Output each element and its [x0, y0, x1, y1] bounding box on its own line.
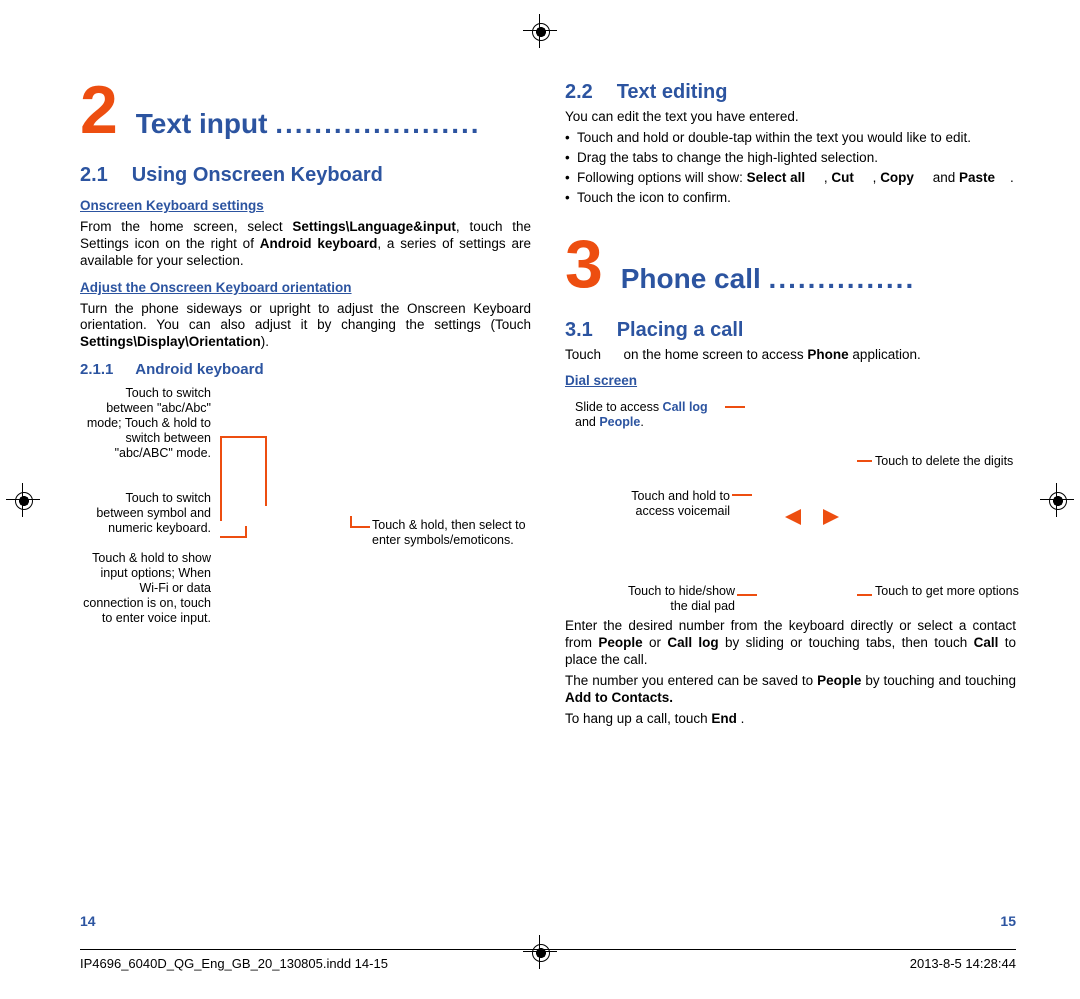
registration-mark-icon: [1040, 483, 1074, 517]
annotation-text: Touch to switch between symbol and numer…: [81, 491, 211, 536]
footer-timestamp: 2013-8-5 14:28:44: [910, 956, 1016, 971]
registration-mark-icon: [523, 14, 557, 48]
section-title: Placing a call: [617, 319, 744, 341]
arrow-right-icon: [823, 509, 839, 525]
body-text: Enter the desired number from the keyboa…: [565, 618, 1016, 669]
footer-file: IP4696_6040D_QG_Eng_GB_20_130805.indd 14…: [80, 956, 388, 971]
section-title: Using Onscreen Keyboard: [132, 164, 383, 186]
subheading: Dial screen: [565, 373, 1016, 390]
list-item: Drag the tabs to change the high-lighted…: [565, 150, 1016, 167]
subsection-number: 2.1.1: [80, 361, 113, 378]
annotation-text: Touch to delete the digits: [875, 454, 1015, 469]
annotation-text: Touch to hide/show the dial pad: [620, 584, 735, 614]
subheading: Onscreen Keyboard settings: [80, 198, 531, 215]
body-text: From the home screen, select Settings\La…: [80, 219, 531, 270]
section-number: 2.1: [80, 164, 108, 186]
body-text: Turn the phone sideways or upright to ad…: [80, 301, 531, 352]
annotation-text: Slide to access Call log and People.: [575, 400, 725, 430]
bullet-list: Touch and hold or double-tap within the …: [565, 130, 1016, 207]
chapter-number: 2: [80, 80, 118, 141]
keyboard-annotation-diagram: Touch to switch between "abc/Abc" mode; …: [80, 386, 531, 656]
body-text: To hang up a call, touch End .: [565, 711, 1016, 728]
page-14: 2 Text input ..................... 2.1 U…: [80, 80, 531, 728]
section-title: Text editing: [617, 81, 728, 103]
arrow-left-icon: [785, 509, 801, 525]
section-number: 2.2: [565, 81, 593, 103]
section-number: 3.1: [565, 319, 593, 341]
print-footer: IP4696_6040D_QG_Eng_GB_20_130805.indd 14…: [80, 949, 1016, 971]
list-item: Touch the icon to confirm.: [565, 190, 1016, 207]
annotation-text: Touch and hold to access voicemail: [600, 489, 730, 519]
chapter-number: 3: [565, 234, 603, 295]
subsection-title: Android keyboard: [135, 361, 263, 378]
chapter-title: Phone call ...............: [621, 261, 916, 296]
list-item: Following options will show: Select all …: [565, 170, 1016, 187]
page-number: 14: [80, 913, 96, 929]
annotation-text: Touch to get more options: [875, 584, 1025, 599]
annotation-text: Touch & hold to show input options; When…: [81, 551, 211, 626]
registration-mark-icon: [6, 483, 40, 517]
page-15: 2.2 Text editing You can edit the text y…: [565, 80, 1016, 728]
manual-spread: 2 Text input ..................... 2.1 U…: [0, 0, 1080, 999]
body-text: The number you entered can be saved to P…: [565, 673, 1016, 707]
dial-screen-diagram: Slide to access Call log and People. Tou…: [565, 394, 1016, 614]
list-item: Touch and hold or double-tap within the …: [565, 130, 1016, 147]
body-text: Touch on the home screen to access Phone…: [565, 347, 1016, 364]
chapter-title: Text input .....................: [136, 106, 481, 141]
annotation-text: Touch & hold, then select to enter symbo…: [372, 518, 532, 548]
page-number: 15: [1000, 913, 1016, 929]
body-text: You can edit the text you have entered.: [565, 109, 1016, 126]
annotation-text: Touch to switch between "abc/Abc" mode; …: [81, 386, 211, 461]
subheading: Adjust the Onscreen Keyboard orientation: [80, 280, 531, 297]
